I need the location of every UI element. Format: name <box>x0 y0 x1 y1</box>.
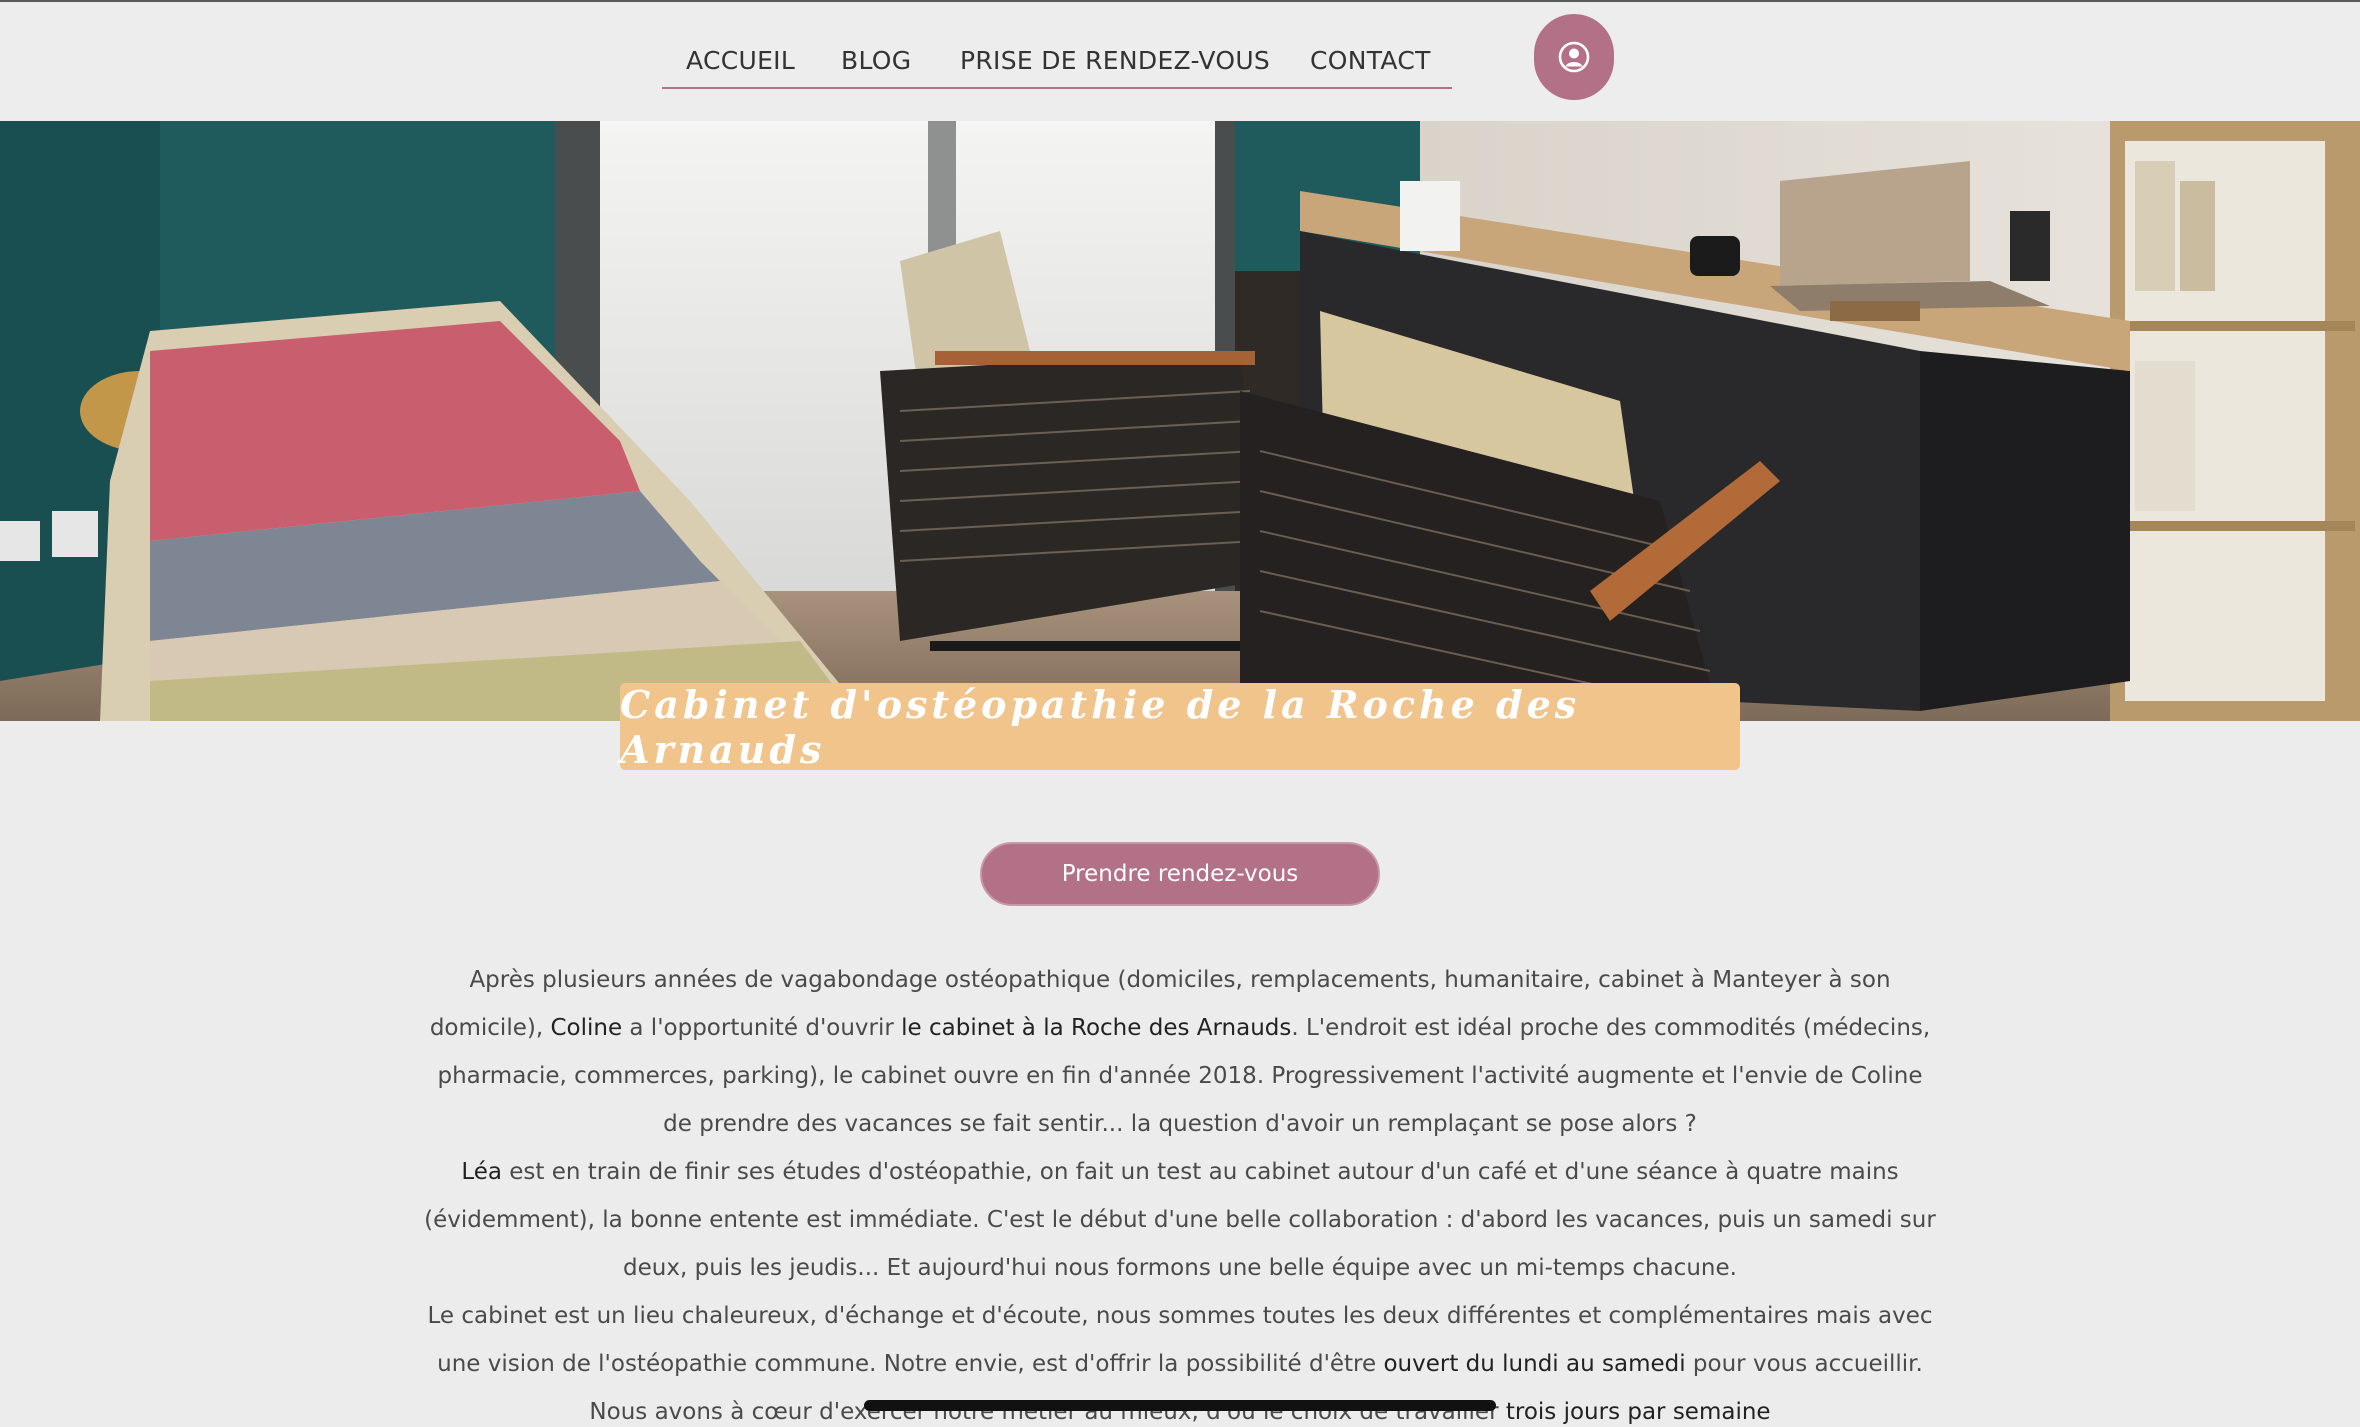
user-icon <box>1558 41 1590 73</box>
book-appointment-button[interactable]: Prendre rendez-vous <box>980 842 1380 906</box>
intro-paragraph-1: Après plusieurs années de vagabondage os… <box>429 967 1931 1137</box>
page-title: Cabinet d'ostéopathie de la Roche des Ar… <box>620 681 1581 772</box>
office-photo <box>0 121 2360 721</box>
highlight-lea: Léa <box>461 1159 502 1185</box>
account-button[interactable] <box>1534 14 1614 100</box>
nav-item-prise-de-rendez-vous[interactable]: PRISE DE RENDEZ-VOUS <box>960 38 1270 84</box>
nav-item-blog[interactable]: BLOG <box>841 38 911 84</box>
highlight-coline: Coline <box>550 1015 623 1041</box>
nav-item-contact[interactable]: CONTACT <box>1310 38 1431 84</box>
highlight-opening: ouvert du lundi au samedi <box>1383 1351 1686 1377</box>
intro-paragraph-2: Léa est en train de finir ses études d'o… <box>424 1159 1936 1281</box>
main-nav: ACCUEIL BLOG PRISE DE RENDEZ-VOUS CONTAC… <box>662 32 1452 89</box>
nav-item-accueil[interactable]: ACCUEIL <box>686 38 795 84</box>
site-header: ACCUEIL BLOG PRISE DE RENDEZ-VOUS CONTAC… <box>0 2 2360 121</box>
scroll-indicator[interactable] <box>864 1400 1496 1411</box>
page-title-banner: Cabinet d'ostéopathie de la Roche des Ar… <box>620 681 1740 772</box>
highlight-days: trois jours par semaine <box>1505 1399 1771 1425</box>
intro-text: Après plusieurs années de vagabondage os… <box>420 956 1940 1427</box>
hero-image <box>0 121 2360 721</box>
highlight-cabinet: le cabinet à la Roche des Arnauds <box>901 1015 1292 1041</box>
